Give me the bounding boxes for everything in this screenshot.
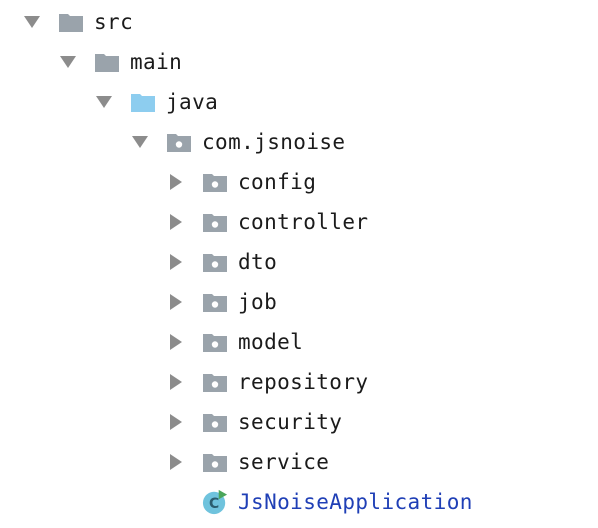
package-folder-icon bbox=[202, 291, 228, 313]
tree-node-label: com.jsnoise bbox=[202, 130, 346, 154]
tree-node-label: security bbox=[238, 410, 343, 434]
tree-node-label: controller bbox=[238, 210, 369, 234]
package-folder-icon bbox=[202, 331, 228, 353]
folder-icon bbox=[58, 11, 84, 33]
tree-node-package[interactable]: com.jsnoise bbox=[130, 122, 345, 162]
tree-node-java[interactable]: java bbox=[94, 82, 218, 122]
package-folder-icon bbox=[202, 411, 228, 433]
class-icon-letter: C bbox=[209, 496, 219, 512]
tree-node-application-class[interactable]: C JsNoiseApplication bbox=[166, 482, 473, 522]
chevron-right-icon[interactable] bbox=[166, 252, 186, 272]
chevron-right-icon[interactable] bbox=[166, 452, 186, 472]
spring-boot-class-icon: C bbox=[202, 489, 228, 515]
tree-node-model[interactable]: model bbox=[166, 322, 303, 362]
tree-node-security[interactable]: security bbox=[166, 402, 342, 442]
tree-node-main[interactable]: main bbox=[58, 42, 182, 82]
chevron-right-icon[interactable] bbox=[166, 372, 186, 392]
chevron-right-icon[interactable] bbox=[166, 332, 186, 352]
chevron-down-icon[interactable] bbox=[22, 12, 42, 32]
package-folder-icon bbox=[202, 211, 228, 233]
package-folder-icon bbox=[202, 371, 228, 393]
tree-node-label: main bbox=[130, 50, 183, 74]
package-folder-icon bbox=[166, 131, 192, 153]
source-folder-icon bbox=[130, 91, 156, 113]
tree-node-controller[interactable]: controller bbox=[166, 202, 368, 242]
chevron-right-icon[interactable] bbox=[166, 212, 186, 232]
chevron-right-icon[interactable] bbox=[166, 412, 186, 432]
chevron-down-icon[interactable] bbox=[130, 132, 150, 152]
chevron-right-icon[interactable] bbox=[166, 172, 186, 192]
tree-node-label: repository bbox=[238, 370, 369, 394]
tree-node-label: JsNoiseApplication bbox=[238, 490, 473, 514]
chevron-right-icon[interactable] bbox=[166, 292, 186, 312]
project-tree: src main java com.jsnoise config control… bbox=[0, 0, 598, 528]
tree-node-label: config bbox=[238, 170, 317, 194]
package-folder-icon bbox=[202, 171, 228, 193]
tree-node-service[interactable]: service bbox=[166, 442, 329, 482]
package-folder-icon bbox=[202, 251, 228, 273]
package-folder-icon bbox=[202, 451, 228, 473]
tree-node-job[interactable]: job bbox=[166, 282, 277, 322]
chevron-down-icon[interactable] bbox=[94, 92, 114, 112]
tree-node-label: src bbox=[94, 10, 134, 34]
tree-node-repository[interactable]: repository bbox=[166, 362, 368, 402]
arrow-spacer bbox=[166, 492, 186, 512]
tree-node-config[interactable]: config bbox=[166, 162, 316, 202]
tree-node-label: service bbox=[238, 450, 330, 474]
chevron-down-icon[interactable] bbox=[58, 52, 78, 72]
tree-node-label: java bbox=[166, 90, 219, 114]
tree-node-src[interactable]: src bbox=[22, 2, 133, 42]
tree-node-label: dto bbox=[238, 250, 278, 274]
tree-node-label: job bbox=[238, 290, 278, 314]
tree-node-label: model bbox=[238, 330, 304, 354]
folder-icon bbox=[94, 51, 120, 73]
tree-node-dto[interactable]: dto bbox=[166, 242, 277, 282]
